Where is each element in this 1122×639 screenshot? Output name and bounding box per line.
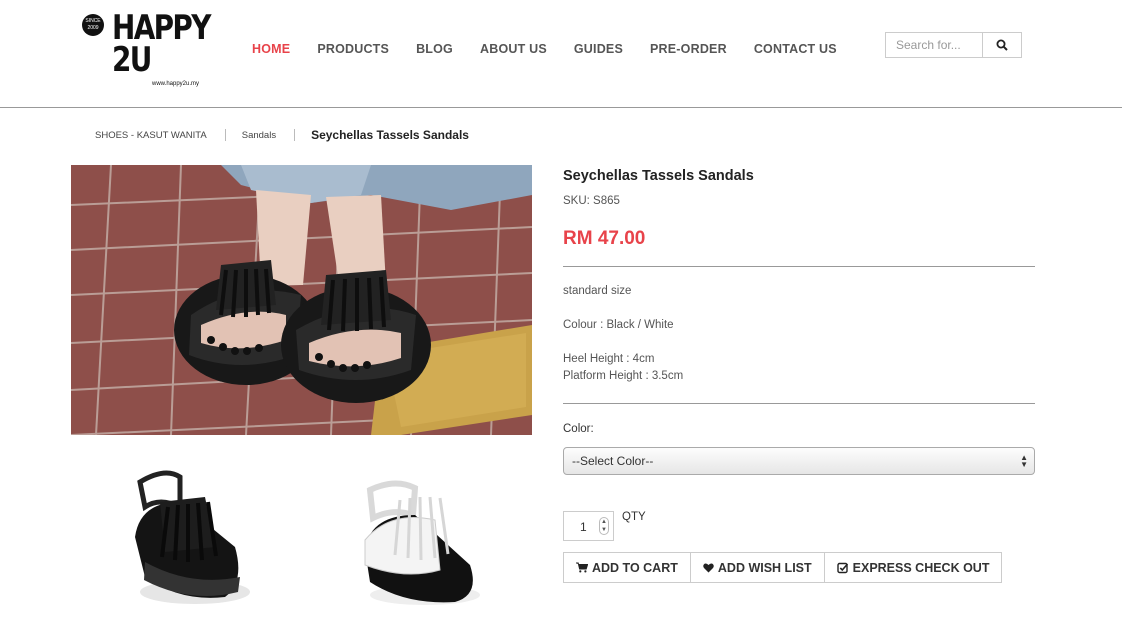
select-arrows-icon: ▲ ▼ [1020, 453, 1028, 469]
search-icon [996, 39, 1008, 51]
express-checkout-label: EXPRESS CHECK OUT [852, 560, 990, 575]
add-to-cart-label: ADD TO CART [592, 560, 678, 575]
breadcrumb-item-sandals[interactable]: Sandals [242, 130, 276, 141]
product-colour-text: Colour : Black / White [563, 319, 674, 331]
quantity-value: 1 [580, 520, 587, 534]
site-header: SINCE 2009 HAPPY 2U www.happy2u.my HOME … [0, 0, 1122, 108]
divider [563, 266, 1035, 267]
express-checkout-button[interactable]: EXPRESS CHECK OUT [823, 552, 1003, 583]
logo-text-line2: 2U [112, 40, 152, 80]
heart-icon [703, 563, 714, 572]
divider [563, 403, 1035, 404]
nav-blog[interactable]: BLOG [416, 42, 453, 56]
search-input[interactable] [886, 33, 983, 57]
cart-icon [576, 562, 588, 573]
quantity-label: QTY [622, 511, 646, 523]
nav-guides[interactable]: GUIDES [574, 42, 623, 56]
logo-since-badge: SINCE 2009 [82, 14, 104, 36]
stepper-arrows-icon[interactable]: ▲ ▼ [599, 517, 609, 535]
product-platform-text: Platform Height : 3.5cm [563, 370, 684, 382]
product-heel-text: Heel Height : 4cm [563, 353, 655, 365]
product-thumbnail-black[interactable] [120, 462, 260, 612]
breadcrumb-separator [224, 129, 226, 141]
color-label: Color: [563, 423, 594, 435]
product-size-text: standard size [563, 285, 632, 297]
search-box [885, 32, 1022, 58]
product-sku: SKU: S865 [563, 195, 620, 207]
product-title: Seychellas Tassels Sandals [563, 168, 754, 184]
product-main-image[interactable] [71, 165, 532, 435]
nav-products[interactable]: PRODUCTS [317, 42, 389, 56]
breadcrumb-separator [294, 129, 296, 141]
product-actions: ADD TO CART ADD WISH LIST EXPRESS CHECK … [563, 552, 1003, 583]
logo-url: www.happy2u.my [152, 81, 200, 87]
color-select[interactable]: --Select Color-- ▲ ▼ [563, 447, 1035, 475]
add-to-cart-button[interactable]: ADD TO CART [563, 552, 691, 583]
nav-home[interactable]: HOME [252, 42, 290, 56]
breadcrumb: SHOES - KASUT WANITA Sandals Seychellas … [95, 128, 469, 142]
product-price: RM 47.00 [563, 228, 646, 249]
quantity-stepper[interactable]: 1 ▲ ▼ [563, 511, 614, 541]
breadcrumb-current: Seychellas Tassels Sandals [311, 128, 469, 142]
nav-contact-us[interactable]: CONTACT US [754, 42, 837, 56]
color-select-value: --Select Color-- [572, 454, 654, 468]
main-nav: HOME PRODUCTS BLOG ABOUT US GUIDES PRE-O… [252, 42, 864, 56]
search-button[interactable] [983, 33, 1021, 57]
site-logo[interactable]: SINCE 2009 HAPPY 2U www.happy2u.my [80, 8, 220, 92]
add-wish-list-label: ADD WISH LIST [717, 560, 812, 575]
nav-pre-order[interactable]: PRE-ORDER [650, 42, 727, 56]
check-square-icon [836, 562, 848, 573]
add-wish-list-button[interactable]: ADD WISH LIST [689, 552, 825, 583]
product-thumbnail-white[interactable] [345, 470, 495, 615]
breadcrumb-item-shoes[interactable]: SHOES - KASUT WANITA [95, 130, 207, 141]
nav-about-us[interactable]: ABOUT US [480, 42, 547, 56]
